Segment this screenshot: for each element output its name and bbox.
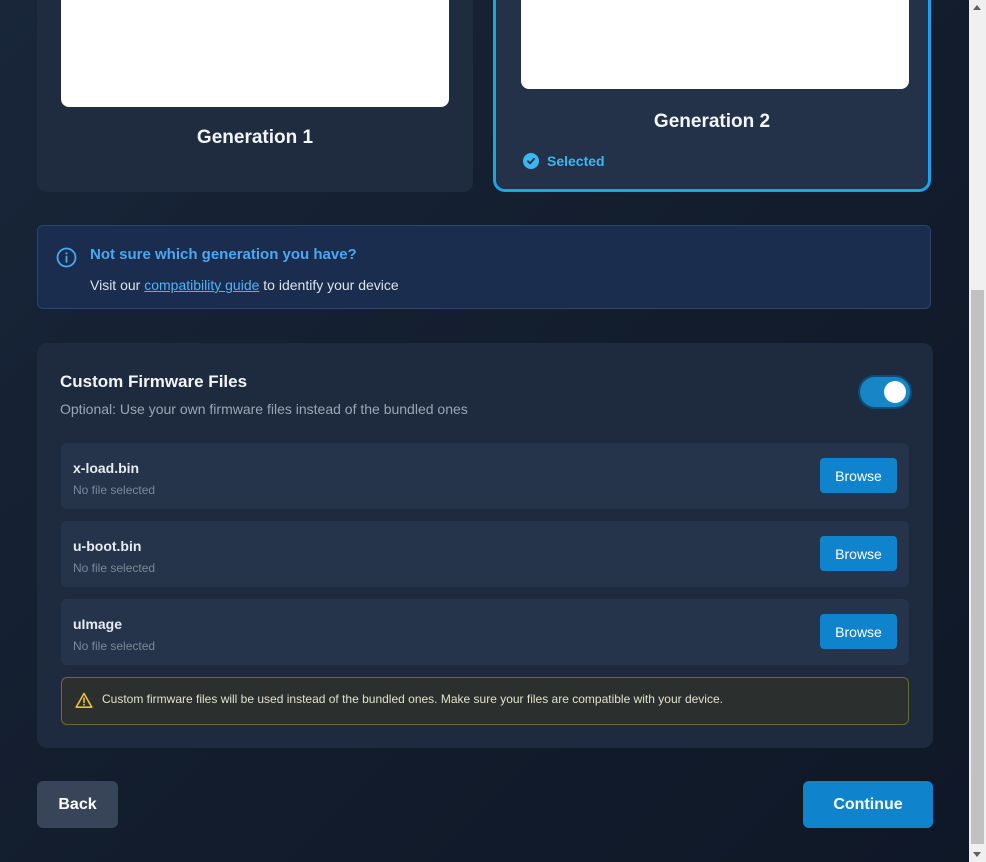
firmware-heading: Custom Firmware Files — [60, 372, 248, 391]
file-status: No file selected — [73, 483, 156, 497]
file-row-x-load: x-load.bin No file selected Browse — [61, 443, 909, 509]
custom-firmware-toggle[interactable] — [860, 377, 910, 407]
scroll-down-arrow-icon[interactable] — [973, 852, 981, 857]
browse-uimage-button[interactable]: Browse — [820, 614, 897, 649]
firmware-warning: Custom firmware files will be used inste… — [61, 677, 909, 725]
custom-firmware-panel: Custom Firmware Files Optional: Use your… — [37, 343, 933, 748]
file-name: uImage — [73, 616, 123, 632]
help-text: Visit our compatibility guide to identif… — [90, 277, 399, 293]
browse-u-boot-button[interactable]: Browse — [820, 536, 897, 571]
generation-2-image — [521, 0, 909, 89]
scroll-up-arrow-icon[interactable] — [973, 5, 981, 10]
vertical-scrollbar[interactable] — [969, 0, 986, 862]
selected-label: Selected — [547, 153, 605, 169]
file-name: u-boot.bin — [73, 538, 142, 554]
info-icon — [56, 247, 77, 273]
help-text-suffix: to identify your device — [259, 277, 399, 293]
back-button[interactable]: Back — [37, 781, 118, 828]
continue-button[interactable]: Continue — [803, 781, 933, 828]
firmware-subtitle: Optional: Use your own firmware files in… — [60, 401, 468, 417]
generation-2-title: Generation 2 — [653, 111, 771, 132]
file-row-u-boot: u-boot.bin No file selected Browse — [61, 521, 909, 587]
help-heading: Not sure which generation you have? — [90, 246, 357, 263]
help-text-prefix: Visit our — [90, 277, 145, 293]
file-status: No file selected — [73, 561, 156, 575]
selected-indicator: Selected — [523, 153, 605, 169]
file-row-uimage: uImage No file selected Browse — [61, 599, 909, 665]
generation-1-title: Generation 1 — [196, 127, 314, 148]
compatibility-guide-link[interactable]: compatibility guide — [144, 277, 259, 293]
file-status: No file selected — [73, 639, 156, 653]
toggle-knob — [884, 381, 906, 403]
browse-x-load-button[interactable]: Browse — [820, 458, 897, 493]
scrollbar-thumb[interactable] — [971, 290, 984, 844]
generation-1-image — [61, 0, 449, 107]
warning-text: Custom firmware files will be used inste… — [102, 692, 723, 706]
generation-2-card[interactable]: Generation 2 Selected — [493, 0, 931, 192]
check-circle-icon — [523, 153, 539, 169]
warning-icon — [75, 692, 93, 714]
generation-1-card[interactable]: Generation 1 — [37, 0, 473, 192]
file-name: x-load.bin — [73, 460, 140, 476]
generation-help-box: Not sure which generation you have? Visi… — [37, 225, 931, 309]
